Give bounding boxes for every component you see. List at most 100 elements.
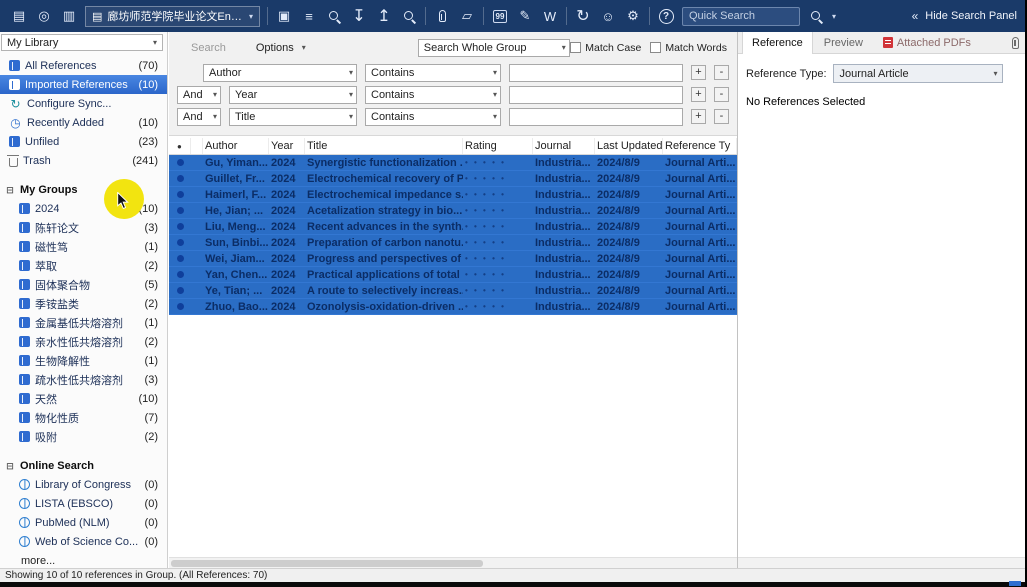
collapse-expander-icon[interactable]: ⊟ xyxy=(5,185,15,196)
tab-attached-pdfs[interactable]: Attached PDFs xyxy=(874,32,980,54)
online-search-header[interactable]: ⊟ Online Search xyxy=(0,457,167,475)
sidebar-group-item[interactable]: 磁性笃 (1) xyxy=(0,237,167,256)
reference-row[interactable]: Haimerl, F... 2024 Electrochemical imped… xyxy=(169,187,737,203)
field-select[interactable]: Author ▾ xyxy=(203,64,357,82)
share-library-icon[interactable]: ☺ xyxy=(599,6,617,26)
sidebar-group-item[interactable]: 天然 (10) xyxy=(0,389,167,408)
sidebar-more-link[interactable]: more... xyxy=(0,551,167,568)
column-author[interactable]: Author xyxy=(203,138,269,154)
my-library-selector[interactable]: My Library ▾ xyxy=(1,34,163,51)
find-fulltext-icon[interactable] xyxy=(400,6,418,26)
sidebar-item-all-references[interactable]: All References (70) xyxy=(0,56,167,75)
sidebar-group-item[interactable]: 疏水性低共熔溶剂 (3) xyxy=(0,370,167,389)
sidebar-item-imported-references[interactable]: Imported References (10) xyxy=(0,75,167,94)
sidebar-item-recently-added[interactable]: ◷ Recently Added (10) xyxy=(0,113,167,132)
hide-search-panel-link[interactable]: Hide Search Panel xyxy=(925,10,1017,22)
reference-row[interactable]: Wei, Jiam... 2024 Progress and perspecti… xyxy=(169,251,737,267)
column-rating[interactable]: Rating xyxy=(463,138,533,154)
library-selector[interactable]: ▤ 廊坊师范学院毕业论文EndNote模板 ▾ xyxy=(85,6,260,27)
tab-reference[interactable]: Reference xyxy=(742,32,813,54)
search-options-button[interactable]: Options ▾ xyxy=(256,42,306,54)
operator-select[interactable]: Contains ▾ xyxy=(365,64,501,82)
remove-search-row-button[interactable]: - xyxy=(714,65,729,80)
sidebar-group-item[interactable]: 金属基低共熔溶剂 (1) xyxy=(0,313,167,332)
column-last-updated[interactable]: Last Updated xyxy=(595,138,663,154)
field-select[interactable]: Title ▾ xyxy=(229,108,357,126)
sidebar-online-item[interactable]: LISTA (EBSCO) (0) xyxy=(0,494,167,513)
add-search-row-button[interactable]: + xyxy=(691,109,706,124)
reference-summary-icon[interactable]: ≡ xyxy=(300,6,318,26)
search-term-input[interactable] xyxy=(509,86,683,104)
column-read-status[interactable]: ● xyxy=(175,138,191,154)
sidebar-group-item[interactable]: 萃取 (2) xyxy=(0,256,167,275)
sidebar-group-item[interactable]: 吸附 (2) xyxy=(0,427,167,446)
add-search-row-button[interactable]: + xyxy=(691,87,706,102)
remove-search-row-button[interactable]: - xyxy=(714,87,729,102)
sidebar-online-item[interactable]: Library of Congress (0) xyxy=(0,475,167,494)
help-icon[interactable]: ? xyxy=(657,6,675,26)
copy-icon[interactable]: ▣ xyxy=(275,6,293,26)
import-icon[interactable]: ↧ xyxy=(350,6,368,26)
sidebar-group-item[interactable]: 季铵盐类 (2) xyxy=(0,294,167,313)
new-library-icon[interactable]: ▤ xyxy=(10,6,28,26)
reference-row[interactable]: Ye, Tian; ... 2024 A route to selectivel… xyxy=(169,283,737,299)
cell-journal: Industria... xyxy=(533,301,595,313)
reference-type-select[interactable]: Journal Article ▾ xyxy=(833,64,1003,83)
reference-row[interactable]: Zhuo, Bao... 2024 Ozonolysis-oxidation-d… xyxy=(169,299,737,315)
reference-row[interactable]: Liu, Meng... 2024 Recent advances in the… xyxy=(169,219,737,235)
search-scope-select[interactable]: Search Whole Group ▾ xyxy=(418,39,570,57)
paperclip-icon[interactable] xyxy=(1012,37,1019,49)
insert-citation-icon[interactable]: 99 xyxy=(491,6,509,26)
sidebar-group-item[interactable]: 亲水性低共熔溶剂 (2) xyxy=(0,332,167,351)
remove-search-row-button[interactable]: - xyxy=(714,109,729,124)
reference-row[interactable]: Guillet, Fr... 2024 Electrochemical reco… xyxy=(169,171,737,187)
reference-row[interactable]: He, Jian; ... 2024 Acetalization strateg… xyxy=(169,203,737,219)
column-attachment[interactable] xyxy=(191,138,203,154)
operator-select[interactable]: Contains ▾ xyxy=(365,108,501,126)
match-case-checkbox[interactable] xyxy=(570,42,581,53)
sidebar-online-item[interactable]: Web of Science Co... (0) xyxy=(0,532,167,551)
column-title[interactable]: Title xyxy=(305,138,463,154)
column-journal[interactable]: Journal xyxy=(533,138,595,154)
match-words-checkbox[interactable] xyxy=(650,42,661,53)
cell-title: Acetalization strategy in bio... xyxy=(305,205,463,217)
sidebar-group-item[interactable]: 固体聚合物 (5) xyxy=(0,275,167,294)
format-bibliography-icon[interactable]: ✎ xyxy=(516,6,534,26)
boolean-select[interactable]: And ▾ xyxy=(177,108,221,126)
reference-row[interactable]: Gu, Yiman... 2024 Synergistic functional… xyxy=(169,155,737,171)
sidebar-group-item[interactable]: 生物降解性 (1) xyxy=(0,351,167,370)
scrollbar-thumb[interactable] xyxy=(171,560,483,567)
sidebar-group-item[interactable]: 物化性质 (7) xyxy=(0,408,167,427)
sidebar-item-trash[interactable]: Trash (241) xyxy=(0,151,167,170)
search-term-input[interactable] xyxy=(509,108,683,126)
column-reference-type[interactable]: Reference Ty xyxy=(663,138,737,154)
sidebar-item-unfiled[interactable]: Unfiled (23) xyxy=(0,132,167,151)
add-search-row-button[interactable]: + xyxy=(691,65,706,80)
operator-select[interactable]: Contains ▾ xyxy=(365,86,501,104)
horizontal-scrollbar[interactable] xyxy=(738,557,1027,568)
search-icon[interactable] xyxy=(807,6,825,26)
reference-row[interactable]: Sun, Binbi... 2024 Preparation of carbon… xyxy=(169,235,737,251)
field-select[interactable]: Year ▾ xyxy=(229,86,357,104)
web-capture-icon[interactable]: W xyxy=(541,6,559,26)
account-icon[interactable]: ⚙ xyxy=(624,6,642,26)
online-search-icon[interactable] xyxy=(325,6,343,26)
column-year[interactable]: Year xyxy=(269,138,305,154)
collapse-expander-icon[interactable]: ⊟ xyxy=(5,461,15,472)
tab-preview[interactable]: Preview xyxy=(815,32,872,54)
quick-search-input[interactable] xyxy=(682,7,800,26)
chevron-down-icon[interactable]: ▾ xyxy=(832,12,836,21)
open-file-icon[interactable]: ▱ xyxy=(458,6,476,26)
open-library-icon[interactable]: ▥ xyxy=(60,6,78,26)
horizontal-scrollbar[interactable] xyxy=(169,557,737,568)
reference-row[interactable]: Yan, Chen... 2024 Practical applications… xyxy=(169,267,737,283)
online-search-mode-icon[interactable]: ◎ xyxy=(35,6,53,26)
boolean-select[interactable]: And ▾ xyxy=(177,86,221,104)
sidebar-group-item[interactable]: 陈轩论文 (3) xyxy=(0,218,167,237)
search-term-input[interactable] xyxy=(509,64,683,82)
attach-file-icon[interactable] xyxy=(433,6,451,26)
sync-icon[interactable]: ↻ xyxy=(574,6,592,26)
sidebar-item-configure-sync[interactable]: ↻ Configure Sync... xyxy=(0,94,167,113)
export-icon[interactable]: ↥ xyxy=(375,6,393,26)
sidebar-online-item[interactable]: PubMed (NLM) (0) xyxy=(0,513,167,532)
